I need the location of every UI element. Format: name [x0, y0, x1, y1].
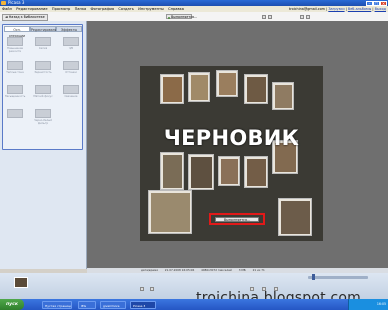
clock: 16:05: [376, 302, 386, 306]
menu-help[interactable]: Справка: [168, 7, 184, 11]
effect-tint[interactable]: [63, 61, 79, 70]
status-datetime: 21.07.2008 16:05:06: [164, 268, 195, 272]
edit-panel: Осн. операции Редактирование Эффекты Пов…: [0, 21, 87, 269]
photo-frame: [278, 198, 312, 236]
zoom-slider[interactable]: [308, 276, 368, 279]
menu-photo[interactable]: Фотография: [91, 7, 115, 11]
photo-frame: [244, 74, 268, 104]
busy-message: Выполняется...: [215, 217, 259, 222]
maximize-button[interactable]: □: [373, 0, 380, 6]
rotate-right-icon[interactable]: [268, 14, 272, 19]
effect-sharpen-label: Повышение резкости: [6, 47, 24, 53]
progress-indicator: Выполняется...: [166, 14, 197, 19]
taskbar: пуск Пустая страница IEG giveOmore Picas…: [0, 299, 388, 310]
effect-warmify-label: Теплые тона: [6, 71, 24, 74]
effect-glow[interactable]: [63, 85, 79, 94]
effect-glow-label: Свечение: [64, 95, 78, 98]
effect-saturation[interactable]: [7, 85, 23, 94]
link-web-albums[interactable]: Веб-альбомы: [348, 7, 371, 11]
photo-frame: [160, 152, 184, 190]
status-datetime-label: дата/время: [141, 268, 158, 272]
status-filesize: 3 МБ: [238, 268, 246, 272]
progress-label: Выполняется...: [171, 15, 198, 19]
menu-create[interactable]: Создать: [118, 7, 134, 11]
effect-sharpen[interactable]: [7, 37, 23, 46]
menu-folder[interactable]: Папка: [75, 7, 87, 11]
minimize-button[interactable]: –: [366, 0, 373, 6]
effect-focal-bw[interactable]: [35, 109, 51, 118]
menu-file[interactable]: Файл: [2, 7, 12, 11]
system-tray: 16:05: [348, 299, 388, 310]
photo-frame: [216, 70, 238, 97]
busy-highlight: Выполняется...: [209, 213, 265, 225]
back-to-library-button[interactable]: ◄ Назад к библиотеке: [2, 14, 48, 21]
effect-soft-focus[interactable]: [35, 85, 51, 94]
rotate-icon[interactable]: [150, 287, 154, 291]
effect-sepia-label: Сепия: [38, 47, 48, 50]
effect-bw[interactable]: [63, 37, 79, 46]
account-email: troichina@gmail.com: [289, 7, 325, 11]
photo-frame: [244, 156, 268, 188]
tab-tuning[interactable]: Редактирование: [30, 26, 59, 32]
task-picasa[interactable]: Picasa 3: [130, 300, 156, 309]
effect-tint-label: Оттенки: [65, 71, 77, 74]
effect-warmify[interactable]: [7, 61, 23, 70]
photo-frame: [188, 154, 214, 190]
photo-frame: [160, 74, 184, 104]
tab-effects[interactable]: Эффекты: [56, 26, 82, 32]
effects-panel: Осн. операции Редактирование Эффекты Пов…: [2, 24, 83, 150]
task-blank-page[interactable]: Пустая страница: [42, 300, 72, 309]
rotate-left-icon[interactable]: [262, 14, 266, 19]
effect-soft-focus-label: Мягкий фокус: [33, 95, 53, 98]
picasa-app-icon: [1, 1, 6, 5]
photo-frame: [148, 190, 192, 234]
menu-tools[interactable]: Инструменты: [138, 7, 164, 11]
collage-photo: ЧЕРНОВИК Выполняется...: [140, 66, 323, 241]
link-logout[interactable]: Выход: [375, 7, 386, 11]
task-giveomore[interactable]: giveOmore: [100, 300, 126, 309]
draft-overlay-text: ЧЕРНОВИК: [163, 126, 300, 150]
current-photo-thumbnail[interactable]: [14, 277, 28, 288]
menu-edit[interactable]: Редактирование: [16, 7, 47, 11]
effect-filtered-bw-label: Черно-белый фильтр: [34, 119, 52, 125]
status-position: 21 из 71: [252, 268, 265, 272]
back-to-library-label: Назад к библиотеке: [8, 15, 45, 19]
link-uploads[interactable]: Загрузки: [328, 7, 344, 11]
menu-view[interactable]: Просмотр: [52, 7, 70, 11]
photo-frame: [218, 156, 240, 186]
next-photo-icon[interactable]: [306, 14, 310, 19]
status-dimensions: 4080x3072 пикселей: [201, 268, 232, 272]
effect-bw-label: Ч/Б: [68, 47, 74, 50]
star-icon[interactable]: [140, 287, 144, 291]
effect-film-grain[interactable]: [35, 61, 51, 70]
photo-canvas: ЧЕРНОВИК Выполняется...: [87, 21, 388, 268]
photo-frame: [188, 72, 210, 102]
tab-basic-fixes[interactable]: Осн. операции: [4, 26, 30, 38]
effect-filtered-bw[interactable]: [7, 109, 23, 118]
effect-saturation-label: Насыщенность: [4, 95, 26, 98]
effect-film-grain-label: Зернистость: [34, 71, 52, 74]
zoom-slider-handle[interactable]: [312, 274, 315, 280]
photo-frame: [272, 82, 294, 110]
previous-photo-icon[interactable]: [300, 14, 304, 19]
close-button[interactable]: ×: [380, 0, 387, 6]
effect-sepia[interactable]: [35, 37, 51, 46]
task-ieg[interactable]: IEG: [78, 300, 96, 309]
start-button[interactable]: пуск: [0, 299, 24, 310]
